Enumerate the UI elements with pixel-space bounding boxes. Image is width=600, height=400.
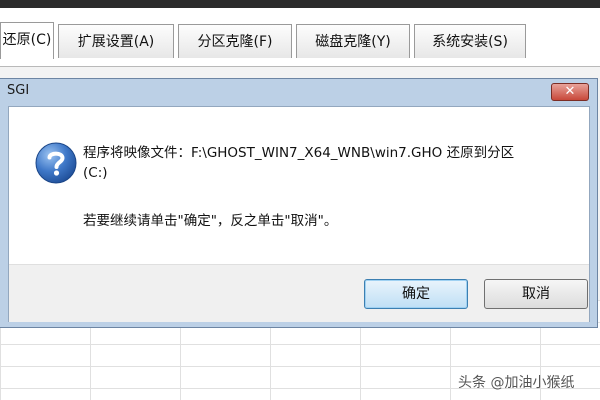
message-line-2: 若要继续请单击"确定"，反之单击"取消"。 [83,213,338,229]
close-icon: ✕ [564,84,576,99]
close-button[interactable]: ✕ [551,83,589,101]
tab-extended-settings[interactable]: 扩展设置(A) [58,24,174,58]
ok-button[interactable]: 确定 [364,279,468,309]
dialog-button-bar: 确定 取消 [9,264,589,322]
message-line-1: 程序将映像文件：F:\GHOST_WIN7_X64_WNB\win7.GHO 还… [83,145,515,161]
cancel-button[interactable]: 取消 [484,279,588,309]
message-line-1-continued: (C:) [83,165,108,181]
window-top-edge [0,0,600,8]
tab-strip: 还原(C) 扩展设置(A) 分区克隆(F) 磁盘克隆(Y) 系统安装(S) [0,8,600,67]
dialog-title: SGI [7,83,30,98]
tab-system-install[interactable]: 系统安装(S) [414,24,526,58]
tab-restore[interactable]: 还原(C) [0,22,54,59]
confirm-dialog: SGI ✕ 程序将映像文件：F:\GHOST_WIN7_X64_WNB\win7… [0,78,598,328]
watermark-text: 头条 @加油小猴纸 [458,375,575,391]
tab-partition-clone[interactable]: 分区克隆(F) [178,24,292,58]
dialog-body: 程序将映像文件：F:\GHOST_WIN7_X64_WNB\win7.GHO 还… [8,106,590,322]
dialog-message: 程序将映像文件：F:\GHOST_WIN7_X64_WNB\win7.GHO 还… [83,143,583,183]
tab-disk-clone[interactable]: 磁盘克隆(Y) [296,24,410,58]
question-icon [35,142,77,184]
